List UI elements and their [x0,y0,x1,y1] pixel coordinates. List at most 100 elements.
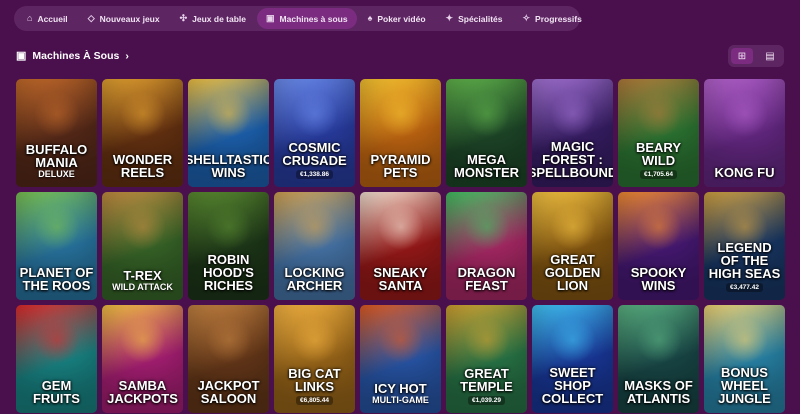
game-tile[interactable]: Great Temple €1,039.29 [446,305,527,413]
nav-item-label: Spécialités [458,13,503,24]
nav-item-label: Nouveaux jeux [99,13,160,24]
game-tile[interactable]: Big Cat Links €6,805.44 [274,305,355,413]
game-art [291,204,338,250]
game-title: Kong Fu [714,165,775,180]
game-title: Cosmic Crusade [282,140,347,168]
game-title: Planet of the Roos [19,265,94,293]
game-tile[interactable]: Icy Hot Multi-Game [360,305,441,413]
game-art [119,204,166,250]
game-art [463,317,510,363]
section-title: Machines À Sous [32,49,120,62]
game-art [205,91,252,137]
jackpot-amount: €1,039.29 [468,396,505,405]
game-tile[interactable]: Locking Archer [274,192,355,300]
chevron-right-icon: › [125,49,129,62]
game-art [33,317,80,363]
game-title: Big Cat Links [288,366,341,394]
nav-item-jeux-de-table[interactable]: ✣ Jeux de table [171,8,255,29]
game-tile[interactable]: Mega Monster [446,79,527,187]
game-art [635,91,682,137]
game-tile[interactable]: Gem Fruits [16,305,97,413]
nav-item-poker-vidéo[interactable]: ♠ Poker vidéo [359,8,435,29]
cards-icon: ♠ [367,13,373,23]
nav-item-progressifs[interactable]: ✧ Progressifs [514,8,591,29]
game-title: Icy Hot [374,381,427,396]
game-tile[interactable]: Robin Hood's Riches [188,192,269,300]
game-art [463,204,510,250]
game-subtitle: Multi-Game [372,395,429,405]
jackpot-amount: €1,705.64 [640,170,677,179]
game-art [205,204,252,250]
diamond-icon: ◇ [87,13,95,23]
game-art [33,91,80,137]
game-tile[interactable]: Legend of the High Seas €3,477.42 [704,192,785,300]
game-title: Gem Fruits [33,378,80,406]
game-art [291,317,338,363]
game-title: Samba Jackpots [107,378,178,406]
game-tile[interactable]: Pyramid Pets [360,79,441,187]
game-art [33,204,80,250]
game-title: Masks of Atlantis [624,378,693,406]
game-tile[interactable]: Buffalo Mania Deluxe [16,79,97,187]
view-toggle: ⊞ ▤ [728,45,784,67]
game-title: Wonder Reels [112,152,173,180]
game-tile[interactable]: Magic Forest : Spellbound [532,79,613,187]
game-art [721,91,768,137]
game-art [205,317,252,363]
game-art [549,204,596,250]
game-art [463,91,510,137]
game-title: Pyramid Pets [370,152,431,180]
game-title: Locking Archer [284,265,345,293]
grid-view-icon[interactable]: ⊞ [731,48,753,64]
game-art [549,91,596,137]
game-art [377,204,424,250]
game-title: Shelltastic Wins [188,152,269,180]
game-tile[interactable]: Bonus Wheel Jungle [704,305,785,413]
game-tile[interactable]: Sneaky Santa [360,192,441,300]
slot-machine-icon: ▣ [16,50,27,62]
games-grid: Buffalo Mania Deluxe Wonder Reels Shelltast… [16,79,785,413]
game-tile[interactable]: Great Golden Lion [532,192,613,300]
game-title: Sweet Shop Collect [541,365,604,406]
game-subtitle: Wild Attack [112,282,173,292]
game-tile[interactable]: Dragon Feast [446,192,527,300]
nav-item-accueil[interactable]: ⌂ Accueil [18,8,77,29]
slot-machine-icon: ▣ [266,13,275,23]
game-title: Buffalo Mania [25,142,88,170]
game-title: Spooky Wins [630,265,687,293]
game-art [377,91,424,137]
nav-item-spécialités[interactable]: ✦ Spécialités [437,8,512,29]
game-tile[interactable]: Wonder Reels [102,79,183,187]
game-art [119,91,166,137]
game-tile[interactable]: Spooky Wins [618,192,699,300]
list-view-icon[interactable]: ▤ [759,48,781,64]
specialties-icon: ✦ [445,13,454,23]
nav-item-label: Accueil [37,13,68,24]
game-art [635,204,682,250]
game-subtitle: Deluxe [38,169,75,179]
jackpot-amount: €1,338.86 [296,170,333,179]
game-tile[interactable]: Planet of the Roos [16,192,97,300]
game-tile[interactable]: Cosmic Crusade €1,338.86 [274,79,355,187]
jackpot-amount: €3,477.42 [726,283,763,292]
game-tile[interactable]: Sweet Shop Collect [532,305,613,413]
game-tile[interactable]: Samba Jackpots [102,305,183,413]
game-tile[interactable]: Masks of Atlantis [618,305,699,413]
game-tile[interactable]: Jackpot Saloon [188,305,269,413]
game-art [119,317,166,363]
game-title: Great Golden Lion [544,252,601,293]
nav-item-machines-à-sous[interactable]: ▣ Machines à sous [257,8,357,29]
game-tile[interactable]: Beary Wild €1,705.64 [618,79,699,187]
game-art [291,91,338,137]
nav-item-nouveaux-jeux[interactable]: ◇ Nouveaux jeux [79,8,169,29]
game-tile[interactable]: Kong Fu [704,79,785,187]
section-header[interactable]: ▣ Machines À Sous › [16,49,129,63]
category-nav: ⌂ Accueil ◇ Nouveaux jeux ✣ Jeux de table ▣ Mac… [14,6,582,31]
nav-item-label: Progressifs [535,13,582,24]
jackpot-amount: €6,805.44 [296,396,333,405]
game-tile[interactable]: T-Rex Wild Attack [102,192,183,300]
game-title: Robin Hood's Riches [203,252,254,293]
game-tile[interactable]: Shelltastic Wins [188,79,269,187]
home-icon: ⌂ [27,13,33,23]
game-title: Dragon Feast [457,265,516,293]
